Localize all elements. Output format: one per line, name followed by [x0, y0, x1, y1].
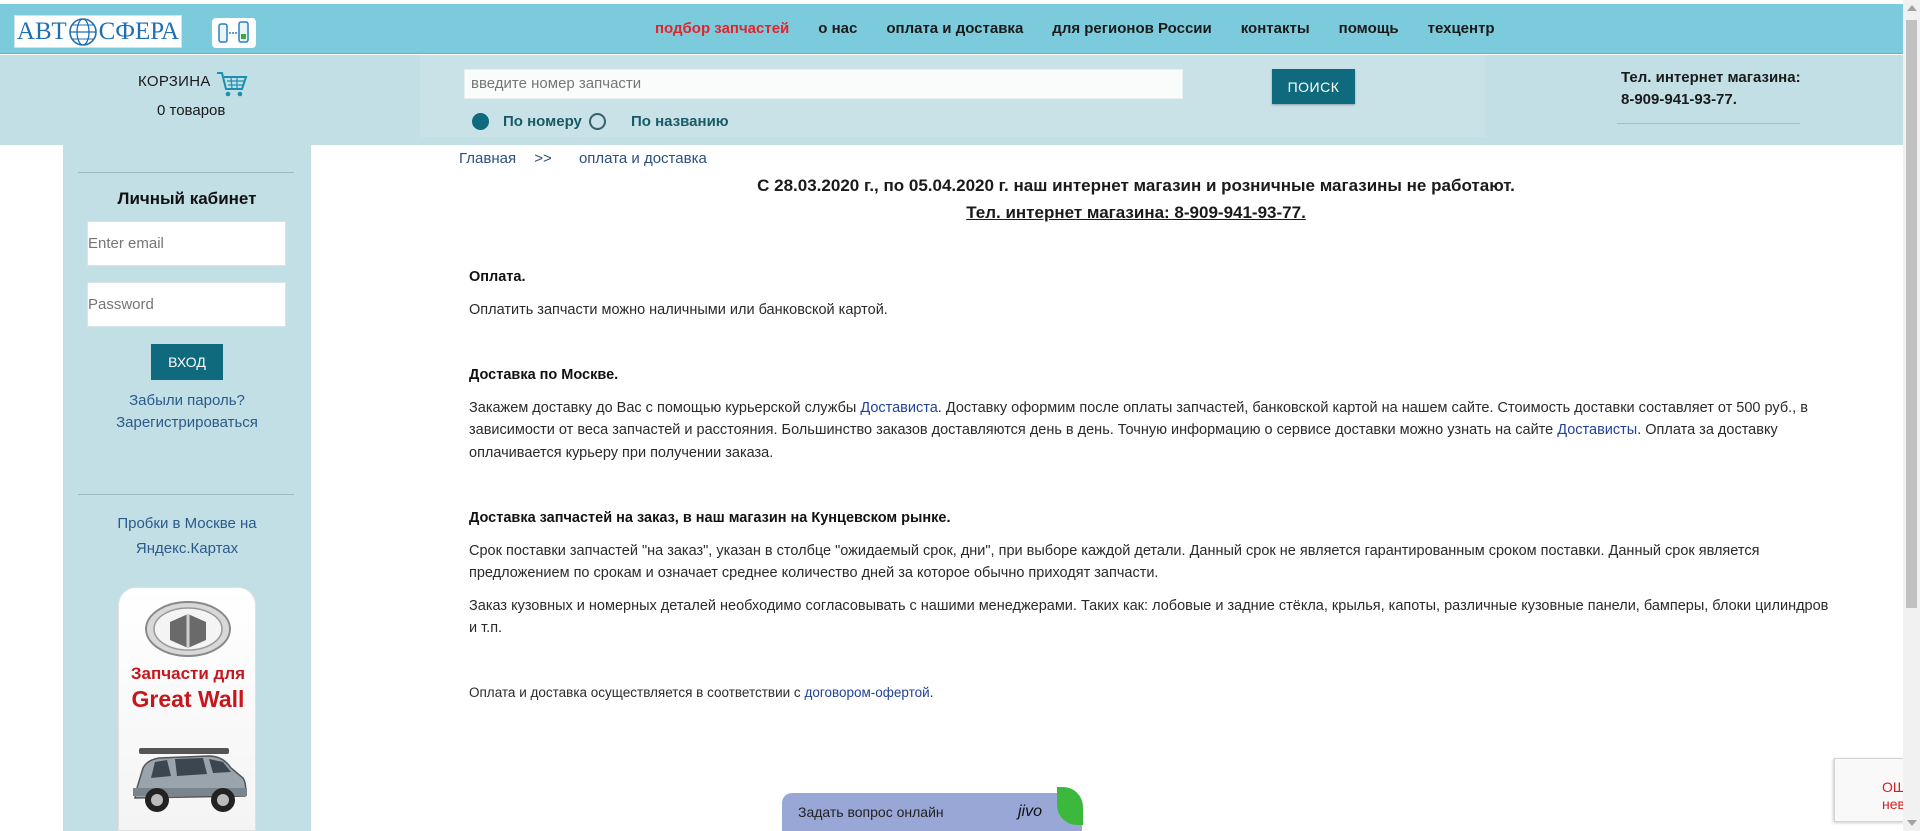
globe-icon	[68, 17, 98, 47]
moscow-delivery-section: Доставка по Москве. Закажем доставку до …	[469, 364, 1829, 464]
breadcrumb-current[interactable]: оплата и доставка	[579, 150, 707, 167]
great-wall-banner[interactable]: Запчасти для Great Wall	[118, 587, 256, 831]
nav-parts-selection[interactable]: подбор запчастей	[655, 20, 789, 37]
cart-item-count: 0 товаров	[157, 102, 226, 119]
site-logo[interactable]: АВТ СФЕРА	[14, 15, 182, 48]
search-button[interactable]: ПОИСК	[1272, 69, 1355, 104]
nav-help[interactable]: помощь	[1339, 20, 1399, 37]
left-sidebar: Личный кабинет ВХОД Забыли пароль? Зарег…	[63, 145, 311, 831]
cart-title[interactable]: КОРЗИНА	[138, 73, 211, 90]
notice-phone-text: Тел. интернет магазина: 8-909-941-93-77.	[966, 203, 1306, 222]
nav-tech-center[interactable]: техцентр	[1428, 20, 1495, 37]
divider	[1617, 123, 1800, 124]
recaptcha-error-text: ОШИБКА	[1882, 779, 1903, 795]
order-delivery-title: Доставка запчастей на заказ, в наш магаз…	[469, 510, 951, 526]
radio-unselected-indicator[interactable]	[589, 113, 606, 130]
contact-phone-icon[interactable]	[212, 18, 256, 48]
payment-section: Оплата. Оплатить запчасти можно наличным…	[469, 266, 1829, 321]
scroll-up-arrow-icon[interactable]	[1907, 5, 1917, 11]
suv-car-image	[127, 738, 251, 827]
nav-contacts[interactable]: контакты	[1241, 20, 1310, 37]
moscow-text-part1: Закажем доставку до Вас с помощью курьер…	[469, 399, 861, 416]
order-delivery-section: Доставка запчастей на заказ, в наш магаз…	[469, 507, 1829, 640]
payment-title: Оплата.	[469, 269, 526, 285]
closure-notice: С 28.03.2020 г., по 05.04.2020 г. наш ин…	[600, 172, 1672, 226]
radio-by-number[interactable]: По номеру	[472, 113, 582, 130]
breadcrumb-home[interactable]: Главная	[459, 150, 516, 167]
register-link[interactable]: Зарегистрироваться	[63, 414, 311, 431]
shop-phone-block: Тел. интернет магазина: 8-909-941-93-77.	[1621, 67, 1801, 111]
traffic-link-line2[interactable]: Яндекс.Картах	[63, 540, 311, 557]
top-navbar: АВТ СФЕРА подбор запчастей о нас оплата …	[0, 4, 1903, 54]
page-scrollbar[interactable]	[1903, 0, 1920, 831]
great-wall-logo-icon	[144, 600, 232, 663]
offer-note: Оплата и доставка осуществляется в соотв…	[469, 682, 1829, 705]
offer-contract-link[interactable]: договором-офертой	[804, 685, 929, 700]
shop-phone-number: 8-909-941-93-77.	[1621, 91, 1737, 108]
traffic-link-line1[interactable]: Пробки в Москве на	[63, 515, 311, 532]
login-button[interactable]: ВХОД	[151, 344, 223, 380]
offer-note-end: .	[929, 685, 934, 700]
recaptcha-error-text-2: неверны	[1882, 796, 1904, 812]
scroll-down-arrow-icon[interactable]	[1907, 820, 1917, 826]
nav-regions[interactable]: для регионов России	[1052, 20, 1211, 37]
order-delivery-text-2: Заказ кузовных и номерных деталей необхо…	[469, 597, 1829, 637]
notice-dates-text: С 28.03.2020 г., по 05.04.2020 г. наш ин…	[757, 176, 1515, 195]
divider	[78, 172, 294, 173]
shopping-cart-icon[interactable]	[216, 70, 248, 103]
chat-widget-label[interactable]: Задать вопрос онлайн	[798, 804, 944, 820]
moscow-delivery-title: Доставка по Москве.	[469, 367, 619, 383]
main-nav: подбор запчастей о нас оплата и доставка…	[655, 20, 1524, 37]
forgot-password-link[interactable]: Забыли пароль?	[63, 392, 311, 409]
radio-by-name-label: По названию	[631, 113, 729, 130]
part-number-search-input[interactable]	[464, 69, 1183, 99]
nav-about[interactable]: о нас	[818, 20, 857, 37]
banner-title-line1: Запчасти для	[130, 664, 246, 683]
breadcrumb: Главная >> оплата и доставка	[459, 150, 707, 167]
radio-by-name[interactable]: По названию	[589, 113, 729, 130]
logo-text-left: АВТ	[16, 17, 67, 45]
moscow-delivery-text: Закажем доставку до Вас с помощью курьер…	[469, 397, 1829, 465]
order-delivery-text-1: Срок поставки запчастей "на заказ", указ…	[469, 542, 1760, 582]
password-field[interactable]	[87, 282, 286, 327]
jivo-logo: jivo	[1018, 803, 1043, 820]
breadcrumb-separator: >>	[534, 150, 552, 167]
offer-note-text: Оплата и доставка осуществляется в соотв…	[469, 685, 805, 700]
dostavista-site-link[interactable]: Достависты	[1557, 422, 1637, 438]
email-field[interactable]	[87, 221, 286, 266]
banner-title-line2: Great Wall	[131, 686, 245, 712]
nav-payment-delivery[interactable]: оплата и доставка	[886, 20, 1023, 37]
logo-text-right: СФЕРА	[98, 17, 180, 45]
online-chat-widget[interactable]: Задать вопрос онлайн jivo	[782, 787, 1083, 831]
scrollbar-thumb[interactable]	[1906, 20, 1917, 608]
shop-phone-label: Тел. интернет магазина:	[1621, 69, 1801, 86]
radio-selected-indicator[interactable]	[472, 113, 489, 130]
dostavista-link[interactable]: Достависта	[860, 400, 937, 416]
jivo-leaf-icon	[1057, 787, 1083, 825]
recaptcha-badge[interactable]: ОШИБКА неверны	[1834, 758, 1904, 822]
divider	[78, 494, 294, 495]
personal-cabinet-title: Личный кабинет	[117, 189, 257, 208]
cart-widget[interactable]: КОРЗИНА 0 товаров	[0, 55, 385, 145]
payment-text: Оплатить запчасти можно наличными или ба…	[469, 301, 888, 318]
search-bar-section: КОРЗИНА 0 товаров ПОИСК По номеру По наз…	[0, 55, 1903, 145]
radio-by-number-label: По номеру	[503, 113, 582, 130]
